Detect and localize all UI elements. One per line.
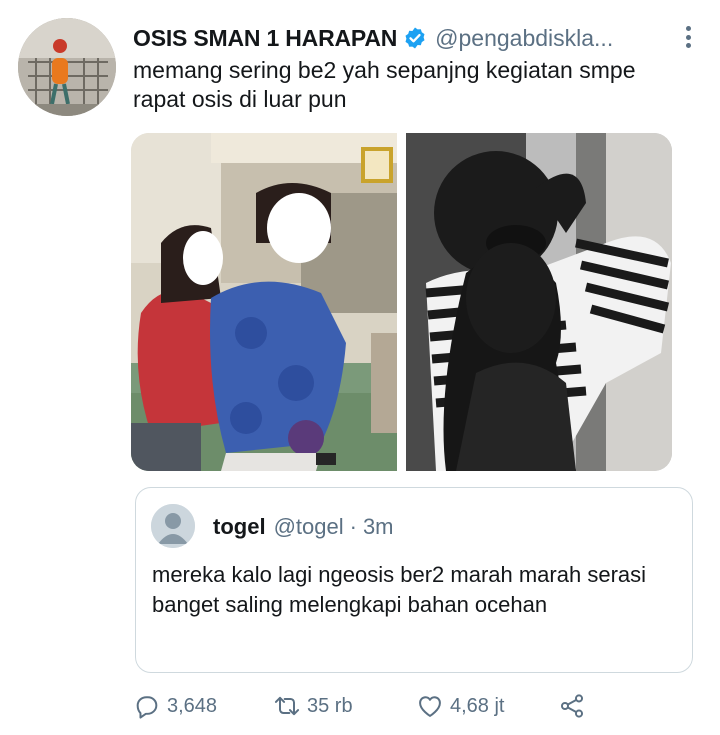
profile-avatar[interactable] [18, 18, 116, 116]
heart-icon [419, 696, 441, 717]
quoted-timestamp[interactable]: 3m [363, 514, 394, 540]
more-options-icon[interactable] [678, 22, 698, 52]
media-photo-right[interactable] [405, 133, 672, 471]
user-handle[interactable]: @pengabdiskla... [435, 25, 613, 52]
reply-icon [136, 696, 158, 719]
photo-couple-striped-shirt [405, 133, 672, 471]
separator-dot: · [349, 514, 357, 539]
tweet-actions: 3,648 35 rb 4,68 jt [133, 690, 603, 722]
like-button[interactable]: 4,68 jt [416, 692, 504, 720]
profile-photo [18, 18, 116, 116]
tweet-media [131, 133, 672, 471]
reply-button[interactable]: 3,648 [133, 692, 217, 720]
retweet-icon [274, 696, 300, 716]
quoted-display-name[interactable]: togel [213, 514, 266, 540]
retweet-button[interactable]: 35 rb [273, 692, 353, 720]
share-button[interactable] [558, 692, 586, 720]
reply-count: 3,648 [167, 694, 218, 717]
photo-two-people-campus [131, 133, 397, 471]
default-avatar-icon[interactable] [151, 504, 195, 548]
quoted-tweet[interactable]: togel @togel · 3m mereka kalo lagi ngeos… [135, 487, 693, 673]
tweet-header: OSIS SMAN 1 HARAPAN @pengabdiskla... [133, 20, 703, 56]
media-photo-left[interactable] [131, 133, 398, 471]
verified-badge-icon [405, 27, 425, 49]
tweet-text: memang sering be2 yah sepanjng kegiatan … [133, 57, 636, 112]
quoted-tweet-header: togel @togel · 3m [213, 514, 394, 540]
retweet-count: 35 rb [307, 694, 353, 717]
quoted-user-handle[interactable]: @togel [274, 514, 344, 540]
quoted-tweet-text: mereka kalo lagi ngeosis ber2 marah mara… [152, 562, 647, 617]
share-icon [560, 694, 584, 718]
display-name[interactable]: OSIS SMAN 1 HARAPAN [133, 25, 397, 52]
like-count: 4,68 jt [450, 694, 505, 717]
